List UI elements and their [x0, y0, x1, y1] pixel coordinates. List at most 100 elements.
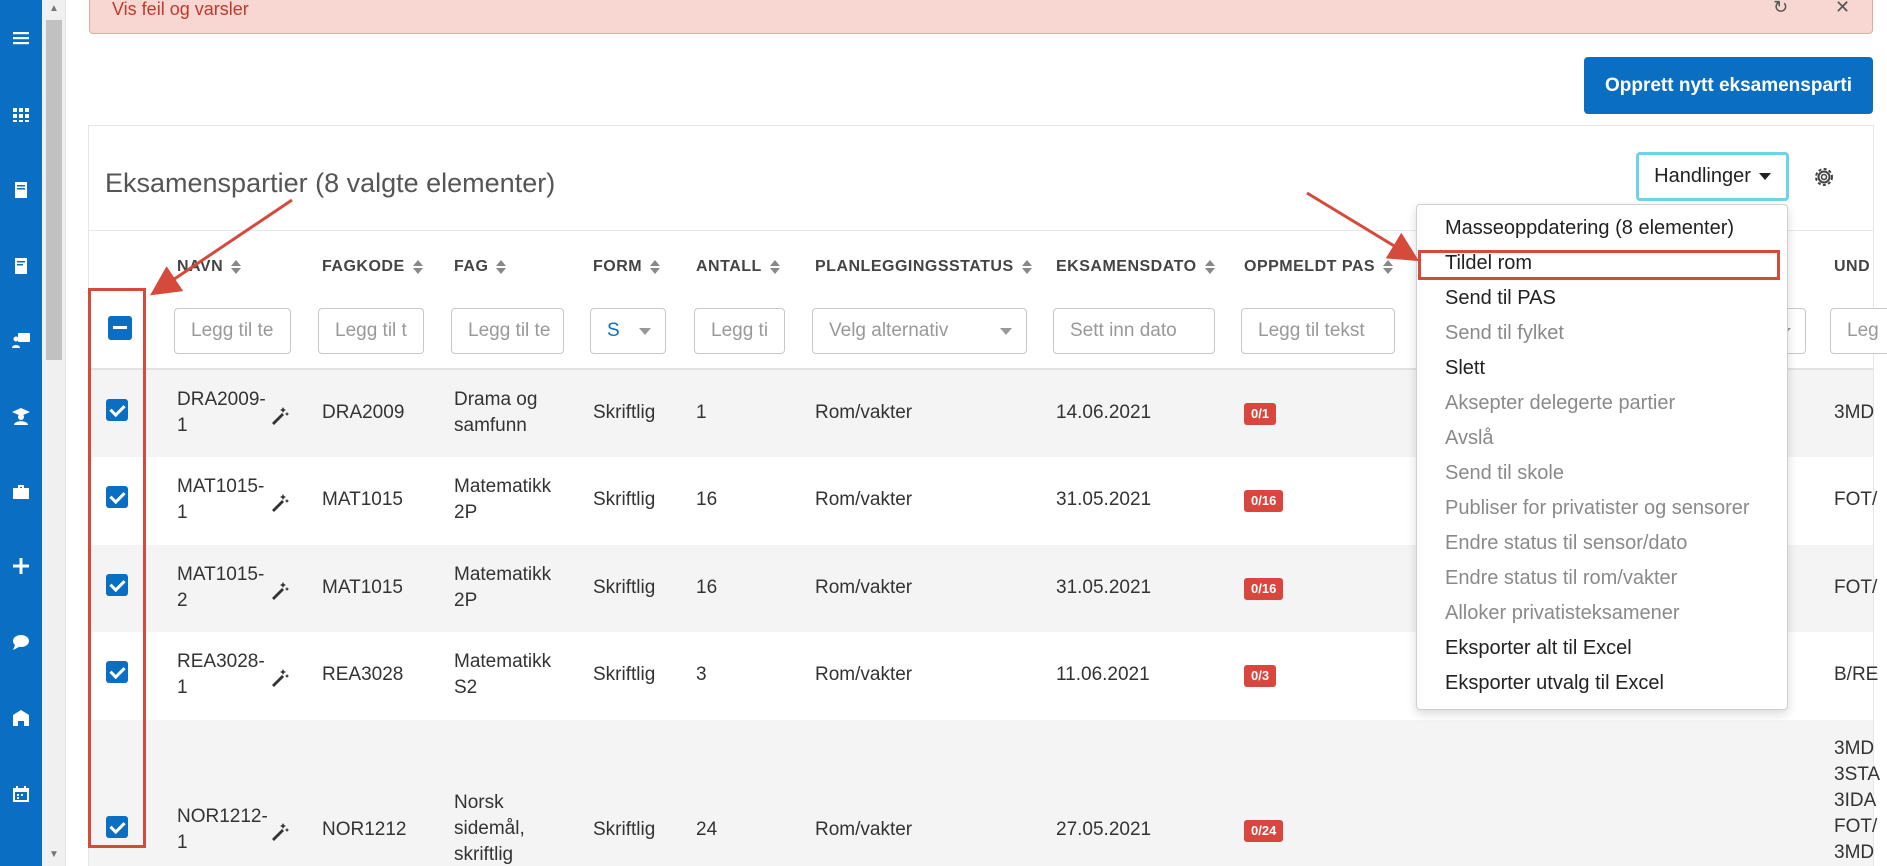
cell-und: B/RE: [1834, 664, 1879, 685]
cell-form: Skriftlig: [593, 664, 656, 685]
menu-item-send-til-fylket: Send til fylket: [1445, 322, 1564, 344]
menu-item-publiser: Publiser for privatister og sensorer: [1445, 497, 1750, 519]
sort-icon[interactable]: [769, 259, 780, 275]
filter-antall-input[interactable]: Legg ti: [694, 308, 785, 354]
cell-status: Rom/vakter: [815, 664, 913, 685]
cell-form: Skriftlig: [593, 819, 656, 840]
column-header-fag[interactable]: FAG: [454, 258, 507, 276]
sort-icon[interactable]: [496, 259, 507, 275]
cell-fagkode: MAT1015: [322, 489, 403, 510]
column-header-form[interactable]: FORM: [593, 258, 661, 276]
column-header-oppmeldt-pas[interactable]: OPPMELDT PAS: [1244, 258, 1394, 276]
teacher-icon[interactable]: [11, 330, 31, 350]
cell-form: Skriftlig: [593, 402, 656, 423]
caret-down-icon: [1758, 173, 1771, 180]
sort-icon[interactable]: [231, 259, 242, 275]
highlight-box-checkboxes: [88, 288, 146, 848]
plus-icon[interactable]: [11, 556, 31, 576]
filter-und-input[interactable]: Leg: [1830, 308, 1887, 354]
refresh-icon[interactable]: ↻: [1773, 0, 1788, 18]
cell-fag: Matematikk 2P: [454, 564, 552, 611]
cell-dato: 31.05.2021: [1056, 577, 1152, 598]
cell-fagkode: NOR1212: [322, 819, 407, 840]
card-title: Eksamenspartier (8 valgte elementer): [105, 168, 556, 198]
cell-dato: 14.06.2021: [1056, 402, 1152, 423]
filter-form-select[interactable]: S: [590, 308, 666, 354]
gear-icon[interactable]: [1812, 165, 1836, 189]
filter-dato-input[interactable]: Sett inn dato: [1053, 308, 1215, 354]
filter-pas-input[interactable]: Legg til tekst: [1241, 308, 1395, 354]
cell-status: Rom/vakter: [815, 819, 913, 840]
sort-icon[interactable]: [412, 259, 423, 275]
cell-dato: 11.06.2021: [1056, 664, 1150, 685]
cell-form: Skriftlig: [593, 489, 656, 510]
filter-fag-input[interactable]: Legg til te: [451, 308, 564, 354]
menu-item-alloker: Alloker privatisteksamener: [1445, 602, 1680, 624]
cell-status: Rom/vakter: [815, 402, 913, 423]
menu-item-send-til-pas[interactable]: Send til PAS: [1445, 287, 1556, 310]
sort-icon[interactable]: [1021, 259, 1032, 275]
cell-und: FOT/: [1834, 577, 1878, 598]
school-icon[interactable]: [11, 708, 31, 728]
scroll-down-arrow-icon[interactable]: ▼: [49, 850, 59, 860]
alert-text[interactable]: Vis feil og varsler: [112, 0, 249, 20]
vertical-scrollbar[interactable]: ▲ ▼: [42, 0, 66, 866]
filter-fagkode-input[interactable]: Legg til t: [318, 308, 424, 354]
cell-navn: MAT1015- 2: [177, 564, 265, 611]
magic-wand-icon[interactable]: [269, 404, 291, 426]
alert-banner: Vis feil og varsler ↻ ✕: [89, 0, 1873, 34]
column-header-antall[interactable]: ANTALL: [696, 258, 780, 276]
table-row[interactable]: NOR1212- 1 NOR1212 Norsk sidemål, skriftlig…: [89, 720, 1880, 866]
menu-item-slett[interactable]: Slett: [1445, 357, 1485, 380]
cell-fagkode: REA3028: [322, 664, 404, 685]
cell-antall: 1: [696, 402, 707, 423]
column-header-fagkode[interactable]: FAGKODE: [322, 258, 423, 276]
menu-item-eksporter-alt[interactable]: Eksporter alt til Excel: [1445, 637, 1632, 660]
close-icon[interactable]: ✕: [1835, 0, 1850, 18]
cell-fag: Matematikk 2P: [454, 476, 552, 523]
chat-icon[interactable]: [11, 632, 31, 652]
apps-grid-icon[interactable]: [11, 105, 31, 125]
menu-item-aksepter-delegerte: Aksepter delegerte partier: [1445, 392, 1676, 414]
sort-icon[interactable]: [650, 259, 661, 275]
cell-fagkode: DRA2009: [322, 402, 405, 423]
actions-dropdown-button[interactable]: Handlinger: [1636, 152, 1789, 201]
cell-fag: Norsk sidemål, skriftlig: [454, 792, 525, 865]
cell-navn: DRA2009- 1: [177, 389, 266, 436]
cell-antall: 24: [696, 819, 718, 840]
create-exam-batch-button[interactable]: Opprett nytt eksamensparti: [1584, 57, 1873, 114]
menu-item-avsla: Avslå: [1445, 427, 1494, 449]
book-open-icon[interactable]: [11, 256, 31, 276]
cell-form: Skriftlig: [593, 577, 656, 598]
menu-item-masseoppdatering[interactable]: Masseoppdatering (8 elementer): [1445, 217, 1734, 240]
graduate-icon[interactable]: [11, 406, 31, 426]
filter-status-select[interactable]: Velg alternativ: [812, 308, 1027, 354]
cell-und: 3MD 3STA 3IDA FOT/3MD: [1834, 738, 1881, 863]
app-root: ▲ ▼ Vis feil og varsler ↻ ✕ Opprett nytt…: [0, 0, 1887, 866]
cell-antall: 16: [696, 489, 718, 510]
pas-badge: 0/16: [1244, 578, 1284, 600]
cell-dato: 31.05.2021: [1056, 489, 1152, 510]
magic-wand-icon[interactable]: [269, 820, 291, 842]
calendar-icon[interactable]: [11, 784, 31, 804]
book-icon[interactable]: [11, 180, 31, 200]
menu-item-eksporter-utvalg[interactable]: Eksporter utvalg til Excel: [1445, 672, 1664, 695]
menu-icon[interactable]: [11, 28, 31, 48]
sort-icon[interactable]: [1204, 259, 1215, 275]
magic-wand-icon[interactable]: [269, 579, 291, 601]
scrollbar-thumb[interactable]: [46, 20, 62, 360]
column-header-und[interactable]: UND: [1834, 258, 1870, 276]
cell-navn: REA3028- 1: [177, 651, 265, 698]
column-header-planleggingsstatus[interactable]: PLANLEGGINGSSTATUS: [815, 258, 1032, 276]
pas-badge: 0/24: [1244, 820, 1284, 842]
scroll-up-arrow-icon[interactable]: ▲: [49, 4, 59, 14]
sort-icon[interactable]: [1383, 259, 1394, 275]
highlight-box-tildel-rom: [1418, 250, 1780, 280]
column-header-eksamensdato[interactable]: EKSAMENSDATO: [1056, 258, 1215, 276]
magic-wand-icon[interactable]: [269, 491, 291, 513]
cell-fag: Matematikk S2: [454, 651, 552, 698]
column-header-navn[interactable]: NAVN: [177, 258, 242, 276]
magic-wand-icon[interactable]: [269, 666, 291, 688]
filter-navn-input[interactable]: Legg til te: [174, 308, 291, 354]
briefcase-icon[interactable]: [11, 482, 31, 502]
